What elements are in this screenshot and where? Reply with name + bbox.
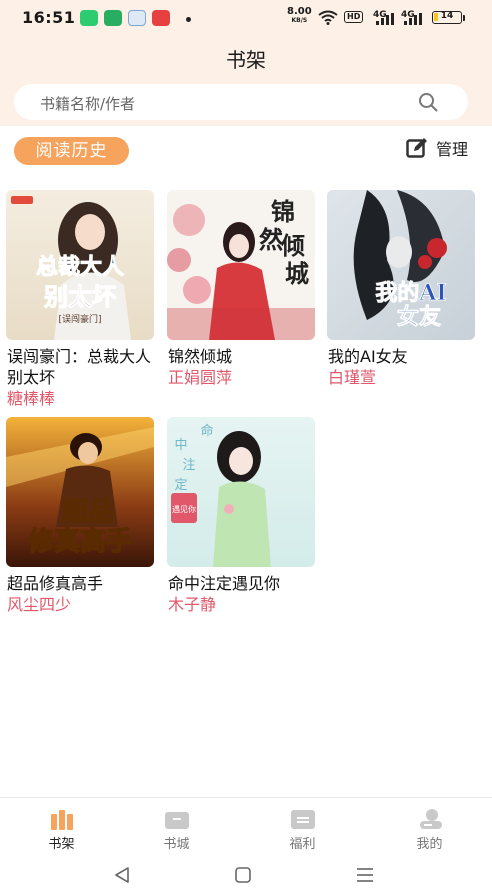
news-app-icon [152,10,170,26]
tab-label: 书架 [48,837,75,852]
cover-title-line2: 修真高手 [27,526,132,557]
manage-button[interactable]: 管理 [406,136,468,160]
cover-char: 然 [259,225,283,254]
search-icon[interactable] [418,92,438,112]
signal-icon [404,13,422,25]
back-icon[interactable] [112,866,132,884]
book-item[interactable]: 我的AI 女友 我的AI女友 白瑾萱 [327,190,477,388]
notification-dot-icon [186,17,191,22]
wifi-icon [318,10,338,25]
weather-app-icon [128,10,146,26]
phone-app-icon [80,10,98,26]
cover-subtitle: [误闯豪门] [58,313,101,325]
status-time: 16:51 [22,8,76,27]
tab-bookstore[interactable]: 书城 [115,798,238,860]
reading-history-button[interactable]: 阅读历史 [14,137,129,165]
network-speed: 8.00 KB/S [287,7,312,25]
bookstore-icon [165,812,189,829]
tab-profile[interactable]: 我的 [368,798,491,860]
battery-percent: 14 [440,11,454,21]
book-title: 超品修真高手 [7,574,104,593]
tab-label: 福利 [289,837,316,852]
book-item[interactable]: 总裁大人 别太坏 [误闯豪门] 误闯豪门：总裁大人别太坏 糖棒棒 [6,190,156,409]
cover-char: 定 [174,478,187,493]
cover-char: 命 [200,423,213,439]
book-cover[interactable]: 命 中 注 定 遇见你 [167,417,315,567]
bookshelf-icon [51,810,73,830]
book-author: 糖棒棒 [7,389,56,408]
book-cover[interactable]: 我的AI 女友 [327,190,475,340]
signal-icon [376,13,394,25]
cover-title-line1: 我的AI [375,280,446,306]
bottom-tab-bar: 书架 书城 福利 我的 [0,797,492,859]
book-item[interactable]: 锦 然 倾 城 锦然倾城 正娟圆萍 [167,190,317,388]
cover-char: 城 [285,259,309,288]
network-speed-value: 8.00 [287,6,312,17]
system-navigation-bar [0,859,492,891]
tab-bookshelf[interactable]: 书架 [0,798,123,860]
cover-char: 倾 [280,231,305,260]
hd-badge: HD [344,11,364,23]
book-cover[interactable]: 总裁大人 别太坏 [误闯豪门] [6,190,154,340]
book-author: 白瑾萱 [328,368,377,387]
book-title: 锦然倾城 [168,347,233,366]
book-title: 我的AI女友 [328,347,408,366]
book-author: 木子静 [168,595,217,614]
battery-icon: 14 [432,11,462,24]
manage-label: 管理 [435,140,468,159]
network-speed-unit: KB/S [291,17,308,24]
battery-tip [463,15,465,21]
cover-char: 注 [182,458,195,473]
book-item[interactable]: 超品 修真高手 超品修真高手 风尘四少 [6,417,156,615]
page-title: 书架 [226,48,266,72]
message-app-icon [104,10,122,26]
cover-title-line1: 超品 [62,497,114,527]
cover-title-line2: 女友 [397,304,441,330]
search-bar[interactable]: 书籍名称/作者 [14,84,468,120]
cover-title-line1: 总裁大人 [36,254,124,280]
tab-label: 我的 [416,837,443,852]
cover-char: 锦 [271,197,295,226]
cover-title-line2: 别太坏 [43,283,116,311]
book-author: 正娟圆萍 [168,368,233,387]
book-item[interactable]: 命 中 注 定 遇见你 命中注定遇见你 木子静 [167,417,317,615]
cover-badge-text: 遇见你 [172,504,196,514]
tab-welfare[interactable]: 福利 [241,798,364,860]
search-input[interactable]: 书籍名称/作者 [40,93,135,114]
status-bar: 16:51 8.00 KB/S HD 4G 4G 14 [0,0,492,34]
book-title: 命中注定遇见你 [168,574,281,593]
tab-label: 书城 [163,837,190,852]
book-title: 误闯豪门：总裁大人别太坏 [7,347,152,387]
welfare-icon [291,810,315,829]
cover-char: 中 [174,438,187,453]
edit-icon [406,138,427,158]
menu-icon[interactable] [355,866,375,884]
home-icon[interactable] [233,866,253,884]
book-cover[interactable]: 锦 然 倾 城 [167,190,315,340]
book-cover[interactable]: 超品 修真高手 [6,417,154,567]
profile-icon [420,809,442,829]
book-author: 风尘四少 [7,595,72,614]
